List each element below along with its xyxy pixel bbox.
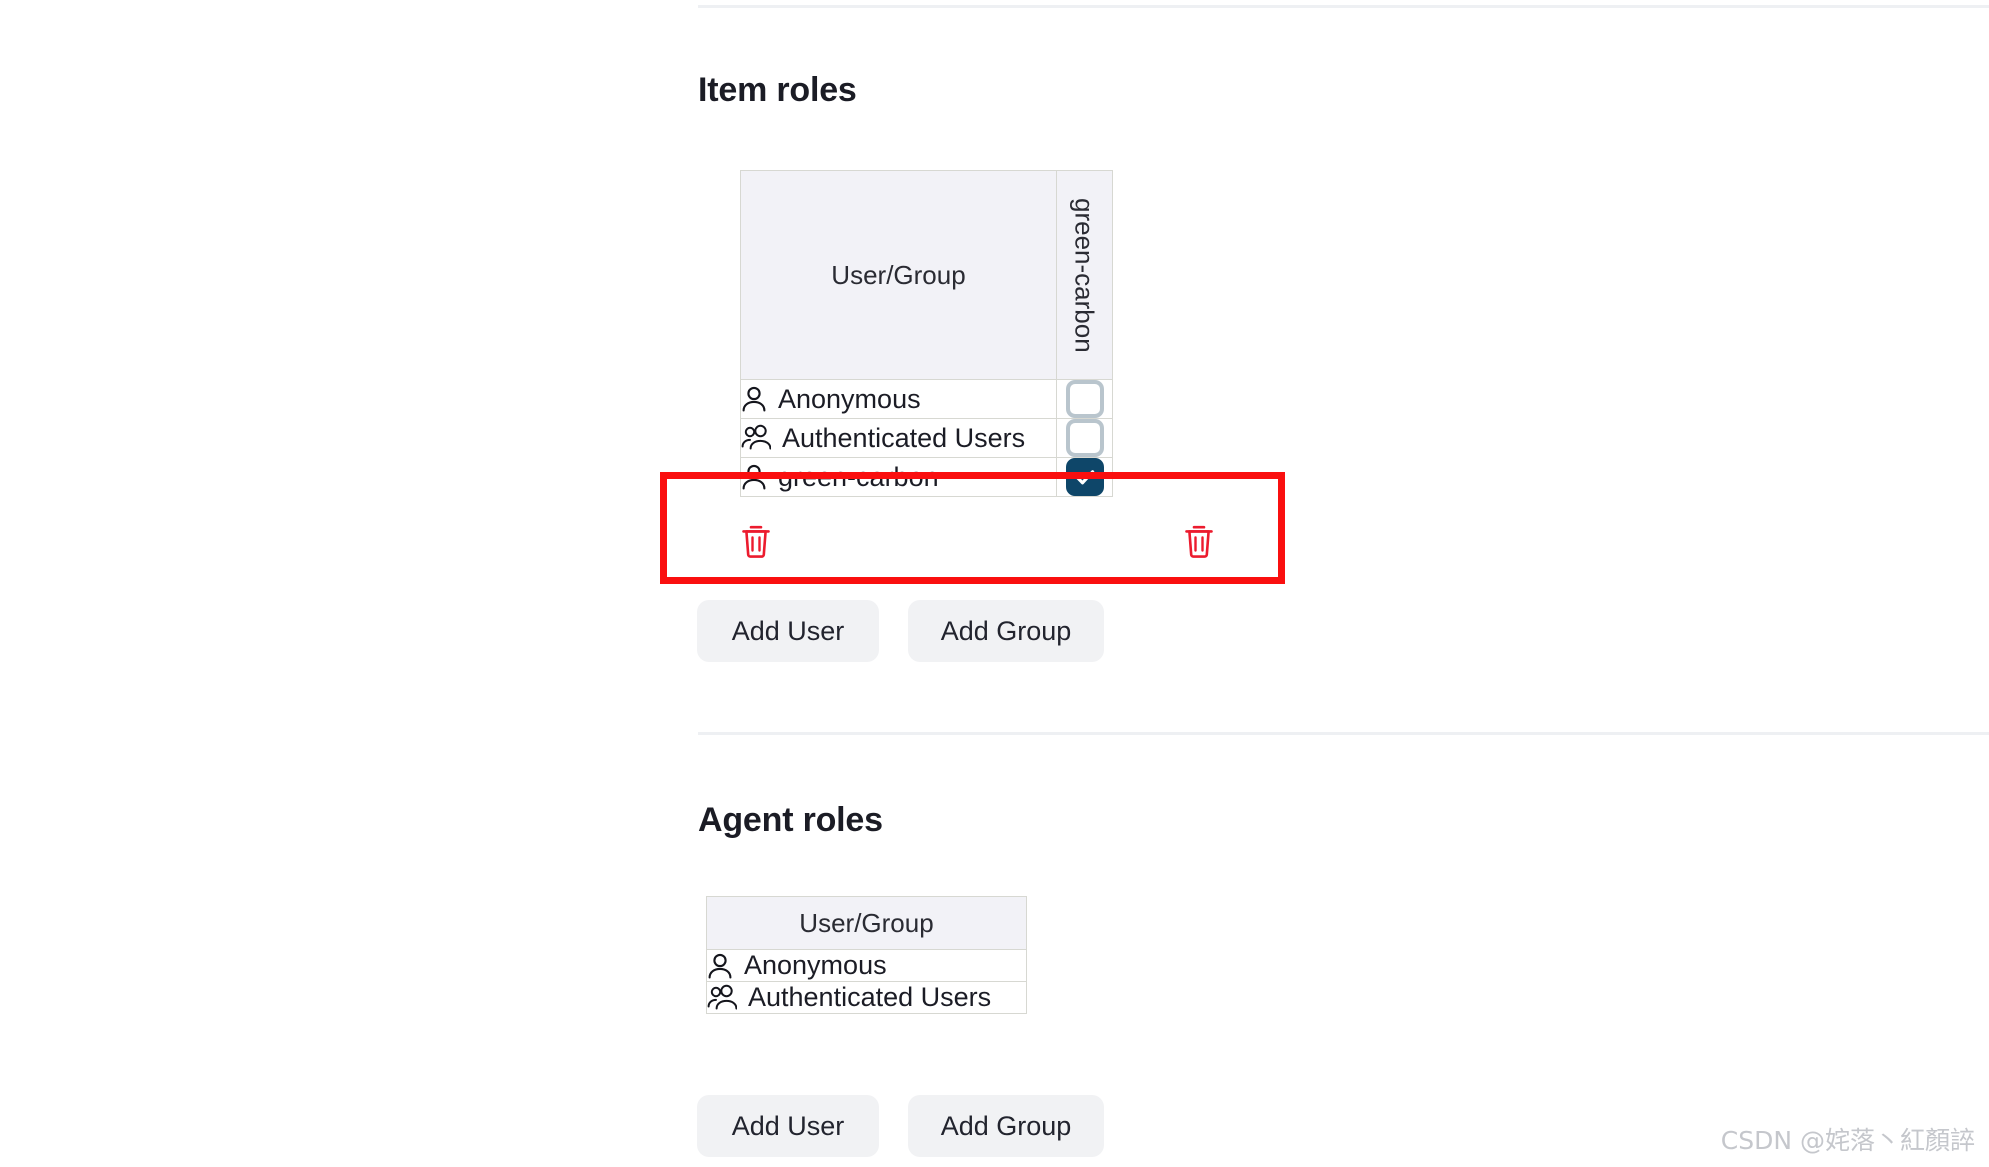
table-cell-role-checkbox[interactable]	[1056, 418, 1113, 458]
delete-row-button-right[interactable]	[1182, 522, 1216, 560]
section-divider-top	[698, 5, 1989, 8]
principal-name: Authenticated Users	[748, 982, 992, 1012]
table-cell-principal: Anonymous	[706, 949, 1027, 982]
add-group-button[interactable]: Add Group	[908, 1095, 1104, 1157]
column-header-usergroup: User/Group	[740, 170, 1057, 380]
watermark-text: CSDN @姹落丶紅顏誶	[1720, 1126, 1975, 1155]
table-header-row: User/Group	[706, 896, 1027, 950]
column-header-usergroup: User/Group	[706, 896, 1027, 950]
table-cell-principal: Anonymous	[740, 379, 1057, 419]
principal-name: Authenticated Users	[782, 422, 1026, 453]
page-title-agent-roles: Agent roles	[698, 801, 883, 839]
table-header-row: User/Group green-carbon	[740, 170, 1113, 380]
trash-icon	[742, 525, 770, 558]
add-group-button[interactable]: Add Group	[908, 600, 1104, 662]
role-checkbox-unchecked[interactable]	[1065, 419, 1104, 457]
table-cell-role-checkbox[interactable]	[1056, 457, 1113, 497]
page-title-item-roles: Item roles	[698, 71, 857, 109]
column-header-role-label: green-carbon	[1069, 197, 1100, 353]
role-checkbox-unchecked[interactable]	[1065, 380, 1104, 418]
person-icon	[741, 385, 767, 413]
person-icon	[707, 952, 733, 980]
add-user-button[interactable]: Add User	[697, 1095, 879, 1157]
table-row: Authenticated Users	[740, 418, 1113, 458]
item-roles-table: User/Group green-carbon Anonymous Authen…	[740, 170, 1113, 497]
table-cell-role-checkbox[interactable]	[1056, 379, 1113, 419]
add-user-button[interactable]: Add User	[697, 600, 879, 662]
table-cell-principal: Authenticated Users	[740, 418, 1057, 458]
table-cell-principal: Authenticated Users	[706, 981, 1027, 1014]
agent-roles-table: User/Group Anonymous Authenticated Users	[706, 896, 1027, 1014]
principal-name: Anonymous	[778, 383, 921, 414]
group-icon	[741, 424, 771, 452]
column-header-role: green-carbon	[1056, 170, 1113, 380]
table-row: Authenticated Users	[706, 981, 1027, 1014]
trash-icon	[1185, 525, 1213, 558]
table-row: green-carbon	[740, 457, 1113, 497]
group-icon	[707, 984, 737, 1012]
table-cell-principal: green-carbon	[740, 457, 1057, 497]
table-row: Anonymous	[706, 949, 1027, 982]
principal-name: green-carbon	[778, 461, 939, 492]
table-row: Anonymous	[740, 379, 1113, 419]
person-icon	[741, 463, 767, 491]
delete-row-button-left[interactable]	[739, 522, 773, 560]
role-checkbox-checked[interactable]	[1065, 458, 1104, 496]
section-divider-middle	[698, 732, 1989, 735]
principal-name: Anonymous	[744, 950, 887, 980]
